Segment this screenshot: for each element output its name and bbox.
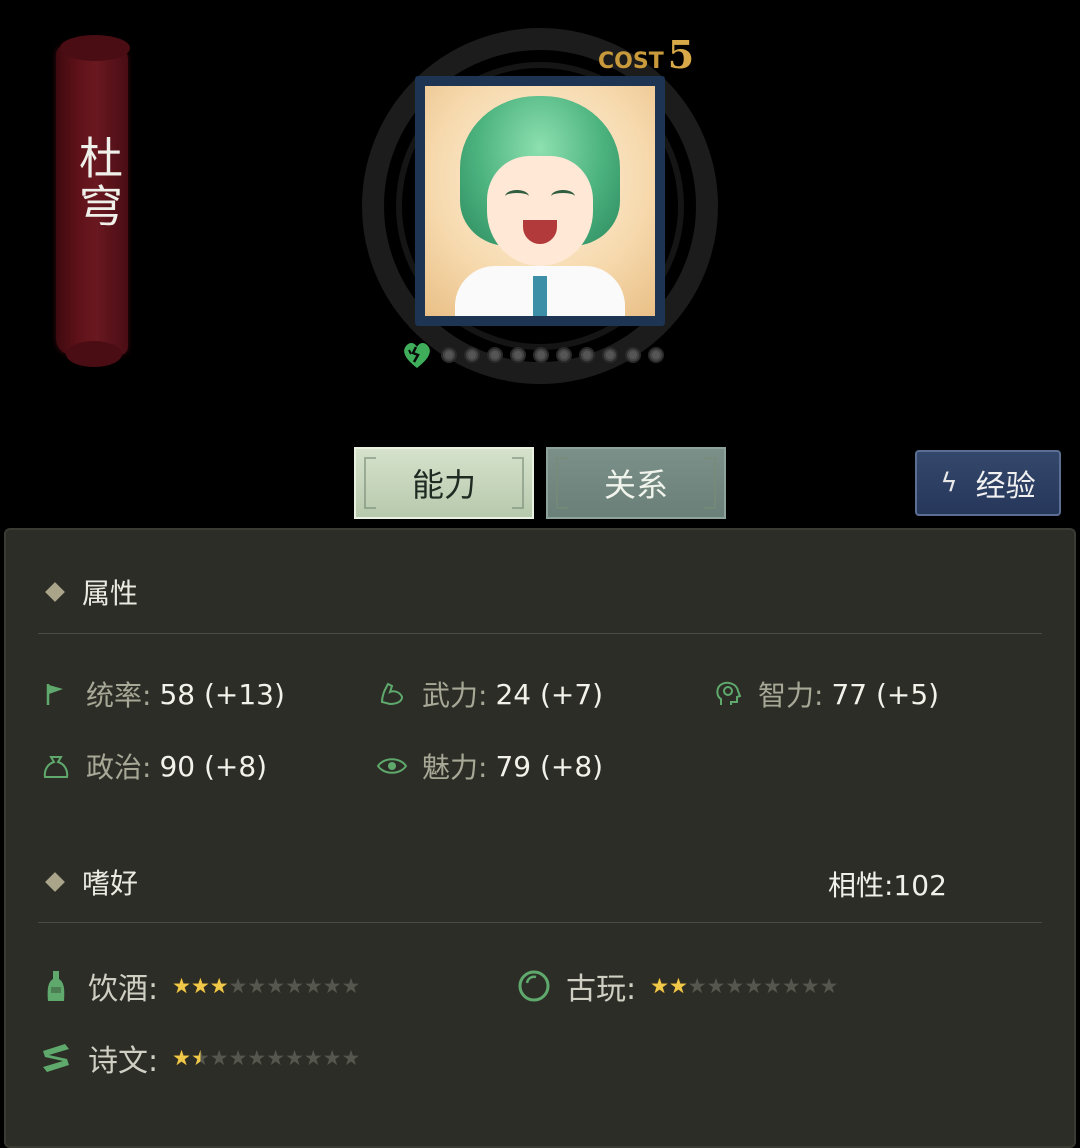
tab-ability-label: 能力 <box>411 466 476 504</box>
stat-politics: 政治: 90 (+8) <box>40 746 267 786</box>
star-icon: ★ <box>687 974 707 998</box>
star-icon: ★ <box>800 974 820 998</box>
star-icon: ★ <box>209 974 229 998</box>
star-icon: ★ <box>744 974 764 998</box>
hobby-poetry: 诗文: ★ ★ ★ ★ ★ ★ ★ ★ ★ ★ <box>38 1036 360 1080</box>
stat-value: 77 (+5) <box>831 677 940 711</box>
star-icon: ★ <box>341 1046 361 1070</box>
bond-dot <box>579 347 595 363</box>
star-icon: ★ <box>228 1046 248 1070</box>
star-icon: ★ <box>763 974 782 998</box>
stat-value: 58 (+13) <box>159 677 285 711</box>
star-icon: ★ <box>668 974 688 998</box>
divider <box>38 633 1042 634</box>
wine-bottle-icon <box>38 968 74 1004</box>
bond-dots <box>441 347 664 363</box>
bond-dot <box>625 347 641 363</box>
star-icon: ★ <box>190 1046 210 1070</box>
star-icon: ★ <box>266 1046 286 1070</box>
stat-leadership: 统率: 58 (+13) <box>40 674 285 714</box>
bond-dot <box>464 347 480 363</box>
bond-dot <box>602 347 618 363</box>
bond-dot <box>441 347 457 363</box>
star-icon: ★ <box>725 974 745 998</box>
hobby-antiques: 古玩: ★ ★ ★ ★ ★ ★ ★ ★ ★ ★ <box>516 964 838 1008</box>
hobby-label: 饮酒: <box>88 972 159 1007</box>
star-icon: ★ <box>172 974 191 998</box>
star-icon: ★ <box>341 974 361 998</box>
stat-label: 统率: <box>86 679 152 712</box>
bond-dot <box>510 347 526 363</box>
star-icon: ★ <box>228 974 248 998</box>
lightning-icon: ϟ <box>940 468 958 498</box>
bond-dot <box>556 347 572 363</box>
star-icon: ★ <box>650 974 669 998</box>
hobby-stars: ★ ★ ★ ★ ★ ★ ★ ★ ★ ★ <box>172 974 360 998</box>
eye-icon <box>376 750 408 782</box>
hobby-label: 诗文: <box>88 1044 159 1079</box>
affinity-value: 相性:102 <box>828 869 947 902</box>
attributes-header: 属性 <box>45 572 139 612</box>
stat-label: 魅力: <box>422 751 488 784</box>
character-name: 杜穹 <box>71 135 122 231</box>
money-bag-icon <box>40 750 72 782</box>
star-icon: ★ <box>172 1046 191 1070</box>
cost-indicator: COST 5 <box>598 32 694 77</box>
antique-orb-icon <box>516 968 552 1004</box>
stat-label: 智力: <box>758 679 824 712</box>
cost-value: 5 <box>667 32 695 77</box>
stat-strength: 武力: 24 (+7) <box>376 674 603 714</box>
portrait-image <box>425 86 655 316</box>
divider <box>38 922 1042 923</box>
stat-label: 武力: <box>422 679 488 712</box>
star-icon: ★ <box>247 1046 267 1070</box>
tab-relation-label: 关系 <box>603 466 668 504</box>
star-icon: ★ <box>303 974 323 998</box>
stat-intelligence: 智力: 77 (+5) <box>712 674 939 714</box>
stat-value: 79 (+8) <box>495 749 604 783</box>
star-icon: ★ <box>190 974 210 998</box>
tab-ability[interactable]: 能力 <box>354 447 534 519</box>
star-icon: ★ <box>247 974 267 998</box>
character-portrait[interactable] <box>415 76 665 326</box>
stat-charisma: 魅力: 79 (+8) <box>376 746 603 786</box>
name-banner: 杜穹 <box>56 35 130 367</box>
diamond-icon <box>45 582 65 602</box>
diamond-icon <box>45 872 65 892</box>
brain-idea-icon <box>712 678 744 710</box>
bond-dot <box>648 347 664 363</box>
star-icon: ★ <box>285 1046 304 1070</box>
stat-value: 24 (+7) <box>495 677 604 711</box>
hobby-stars: ★ ★ ★ ★ ★ ★ ★ ★ ★ ★ <box>650 974 838 998</box>
attributes-title: 属性 <box>82 577 139 610</box>
bond-meter <box>400 338 664 372</box>
star-icon: ★ <box>819 974 839 998</box>
tab-relation[interactable]: 关系 <box>546 447 726 519</box>
stat-label: 政治: <box>86 751 152 784</box>
broken-heart-icon <box>404 343 430 368</box>
ability-panel: 属性 统率: 58 (+13) 武力: 24 (+7) 智力: 77 (+5) … <box>4 528 1076 1148</box>
star-icon: ★ <box>266 974 286 998</box>
star-icon: ★ <box>781 974 801 998</box>
star-icon: ★ <box>285 974 304 998</box>
hobby-label: 古玩: <box>566 972 637 1007</box>
star-icon: ★ <box>303 1046 323 1070</box>
bond-dot <box>533 347 549 363</box>
cost-label: COST <box>598 49 664 74</box>
stat-value: 90 (+8) <box>159 749 268 783</box>
experience-label: 经验 <box>975 469 1036 504</box>
hobbies-title: 嗜好 <box>82 867 139 900</box>
star-icon: ★ <box>322 974 342 998</box>
bond-dot <box>487 347 503 363</box>
flag-icon <box>40 678 72 710</box>
arm-strength-icon <box>376 678 408 710</box>
hobby-wine: 饮酒: ★ ★ ★ ★ ★ ★ ★ ★ ★ ★ <box>38 964 360 1008</box>
star-icon: ★ <box>706 974 726 998</box>
experience-button[interactable]: ϟ 经验 <box>915 450 1061 516</box>
star-icon: ★ <box>209 1046 229 1070</box>
hobby-stars: ★ ★ ★ ★ ★ ★ ★ ★ ★ ★ <box>172 1046 360 1070</box>
scroll-icon <box>38 1040 74 1076</box>
star-icon: ★ <box>322 1046 342 1070</box>
hobbies-header: 嗜好 <box>45 862 139 902</box>
